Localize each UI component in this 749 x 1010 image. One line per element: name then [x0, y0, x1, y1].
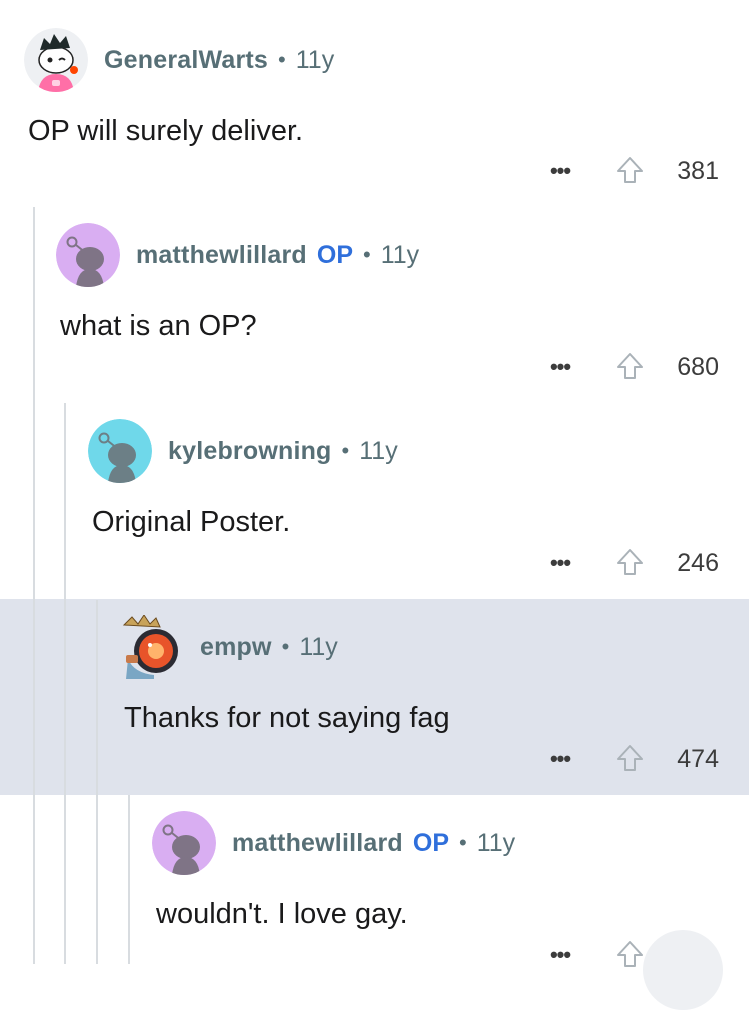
upvote-icon[interactable]	[615, 743, 645, 773]
user-avatar[interactable]	[56, 223, 120, 287]
separator-dot: •	[278, 47, 286, 72]
comment-body: OP will surely deliver.	[28, 115, 304, 147]
comment-meta: matthewlillard OP • 11y	[232, 811, 515, 875]
comment-meta: matthewlillard OP • 11y	[136, 223, 419, 287]
username[interactable]: kylebrowning	[168, 437, 332, 466]
separator-dot: •	[363, 242, 371, 267]
user-avatar[interactable]	[24, 28, 88, 92]
user-avatar[interactable]	[120, 615, 184, 679]
thread-line-level-3[interactable]	[96, 600, 98, 964]
username[interactable]: GeneralWarts	[104, 46, 268, 75]
username[interactable]: matthewlillard	[232, 829, 403, 858]
username[interactable]: empw	[200, 633, 272, 662]
comment-body: Original Poster.	[92, 506, 291, 538]
thread-line-level-2[interactable]	[64, 403, 66, 964]
op-badge: OP	[412, 828, 450, 857]
comment-age: 11y	[295, 45, 335, 74]
comment-age: 11y	[380, 240, 420, 269]
comment-actions: ••• 680	[0, 347, 749, 387]
comment-age: 11y	[299, 632, 338, 661]
comment-age: 11y	[359, 436, 398, 465]
more-options-icon[interactable]: •••	[545, 151, 575, 191]
comment-actions: •••	[0, 935, 749, 975]
username[interactable]: matthewlillard	[136, 241, 307, 270]
comment-body: what is an OP?	[60, 310, 257, 342]
upvote-icon[interactable]	[615, 939, 645, 969]
op-badge: OP	[316, 240, 354, 269]
user-avatar[interactable]	[88, 419, 152, 483]
comment-body: wouldn't. I love gay.	[156, 898, 408, 930]
thread-line-level-1[interactable]	[33, 207, 35, 964]
more-options-icon[interactable]: •••	[545, 543, 575, 583]
vote-score: 474	[677, 744, 719, 773]
upvote-icon[interactable]	[615, 547, 645, 577]
comment-actions: ••• 246	[0, 543, 749, 583]
upvote-icon[interactable]	[615, 351, 645, 381]
more-options-icon[interactable]: •••	[545, 347, 575, 387]
separator-dot: •	[459, 830, 467, 855]
upvote-icon[interactable]	[615, 155, 645, 185]
user-avatar[interactable]	[152, 811, 216, 875]
comment-meta: GeneralWarts • 11y	[104, 28, 334, 92]
comment-actions: ••• 474	[0, 739, 749, 779]
vote-score: 680	[677, 352, 719, 381]
separator-dot: •	[341, 438, 350, 463]
comment-body: Thanks for not saying fag	[124, 702, 450, 734]
more-options-icon[interactable]: •••	[545, 739, 575, 779]
comment-age: 11y	[476, 828, 516, 857]
vote-score: 246	[677, 548, 719, 577]
comment-actions: ••• 381	[0, 151, 749, 191]
floating-action-bubble[interactable]	[643, 930, 723, 1010]
vote-score: 381	[677, 156, 719, 185]
separator-dot: •	[281, 634, 290, 659]
comment-meta: kylebrowning • 11y	[168, 419, 398, 483]
more-options-icon[interactable]: •••	[545, 935, 575, 975]
comment-meta: empw • 11y	[200, 615, 338, 679]
